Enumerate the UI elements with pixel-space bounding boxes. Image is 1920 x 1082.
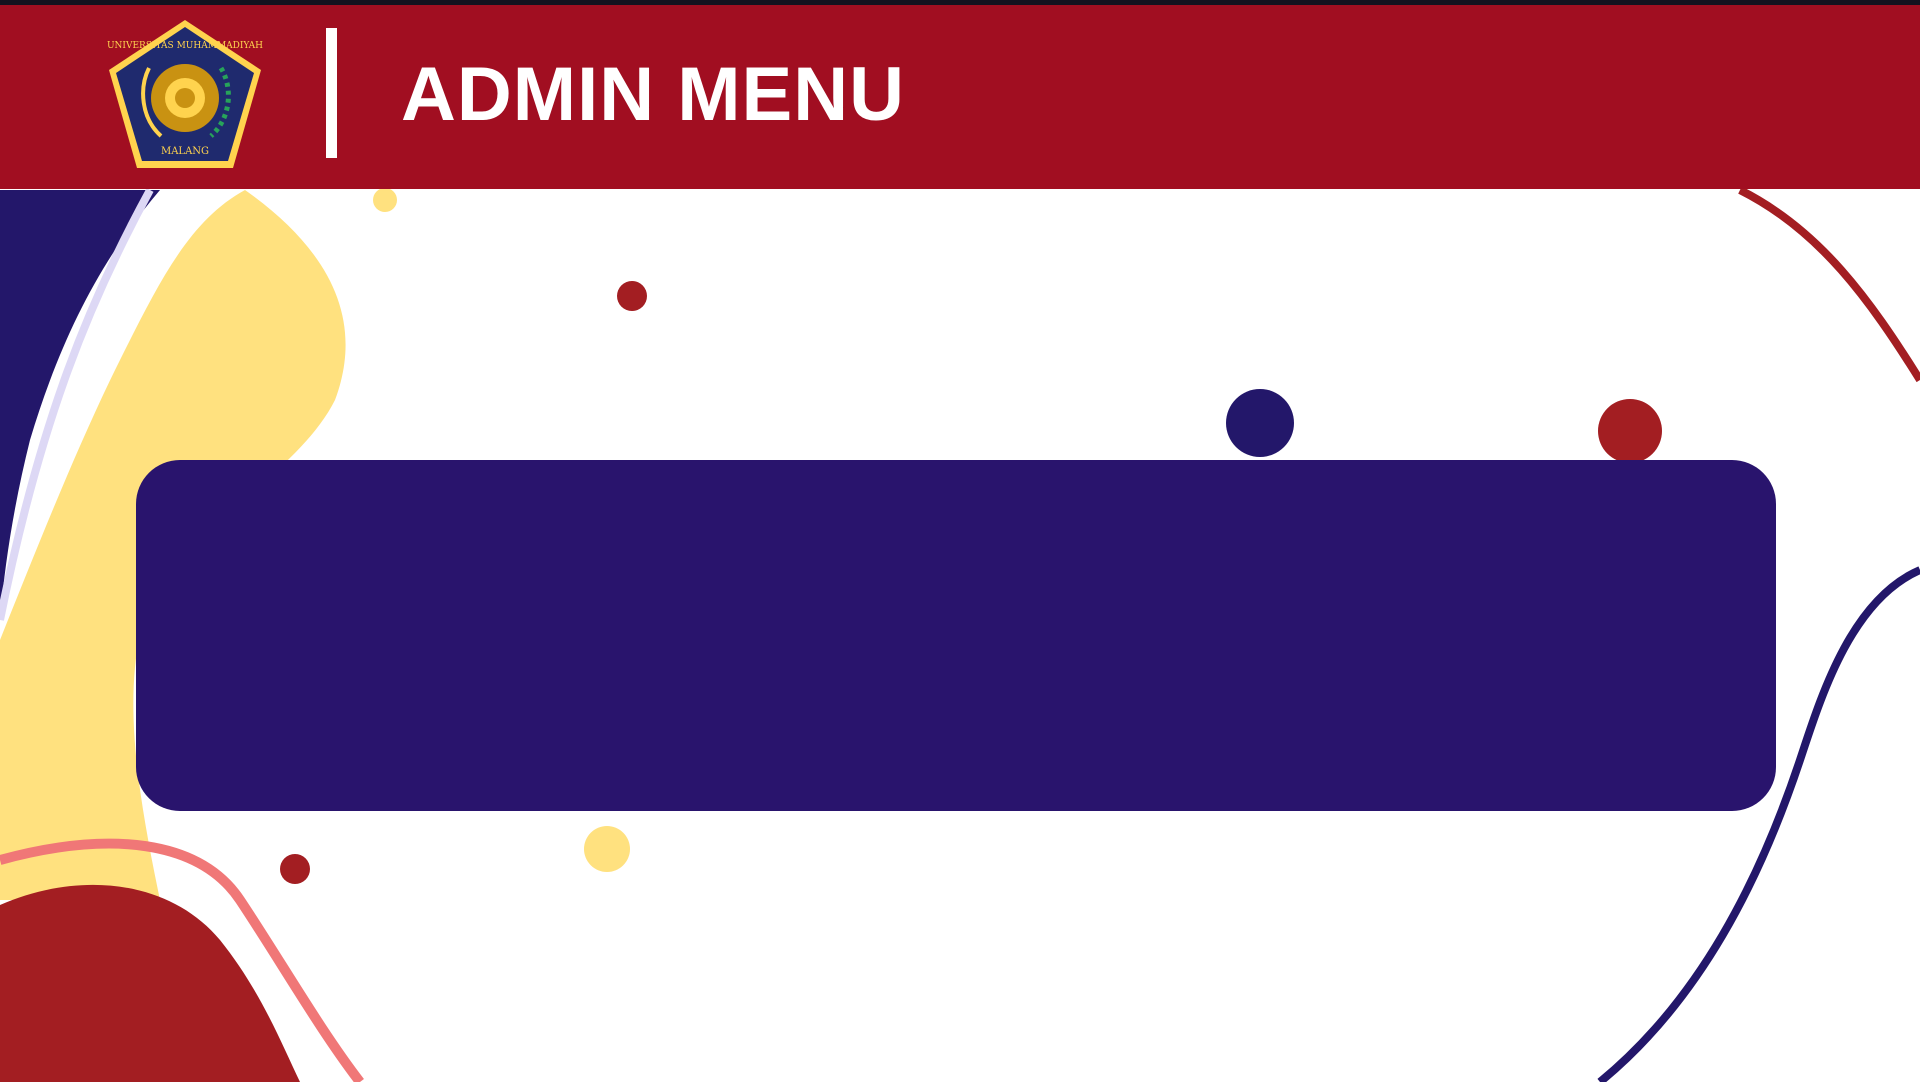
- dot-red-lower: [280, 854, 310, 884]
- dot-yellow-top: [373, 188, 397, 212]
- university-crest-icon: UNIVERSITAS MUHAMMADIYAH MALANG: [107, 20, 263, 168]
- right-red-line: [1738, 186, 1920, 383]
- dot-navy: [1226, 389, 1294, 457]
- svg-text:UNIVERSITAS MUHAMMADIYAH: UNIVERSITAS MUHAMMADIYAH: [107, 41, 263, 51]
- dot-red-large: [1598, 399, 1662, 463]
- svg-text:MALANG: MALANG: [161, 146, 209, 157]
- header-bar: UNIVERSITAS MUHAMMADIYAH MALANG ADMIN ME…: [0, 5, 1920, 189]
- menu-panel: [136, 460, 1776, 811]
- header-divider: [326, 28, 337, 158]
- page: UNIVERSITAS MUHAMMADIYAH MALANG ADMIN ME…: [0, 0, 1920, 1082]
- page-title: ADMIN MENU: [401, 52, 905, 137]
- dot-yellow-lower: [584, 826, 630, 872]
- dot-red-small: [617, 281, 647, 311]
